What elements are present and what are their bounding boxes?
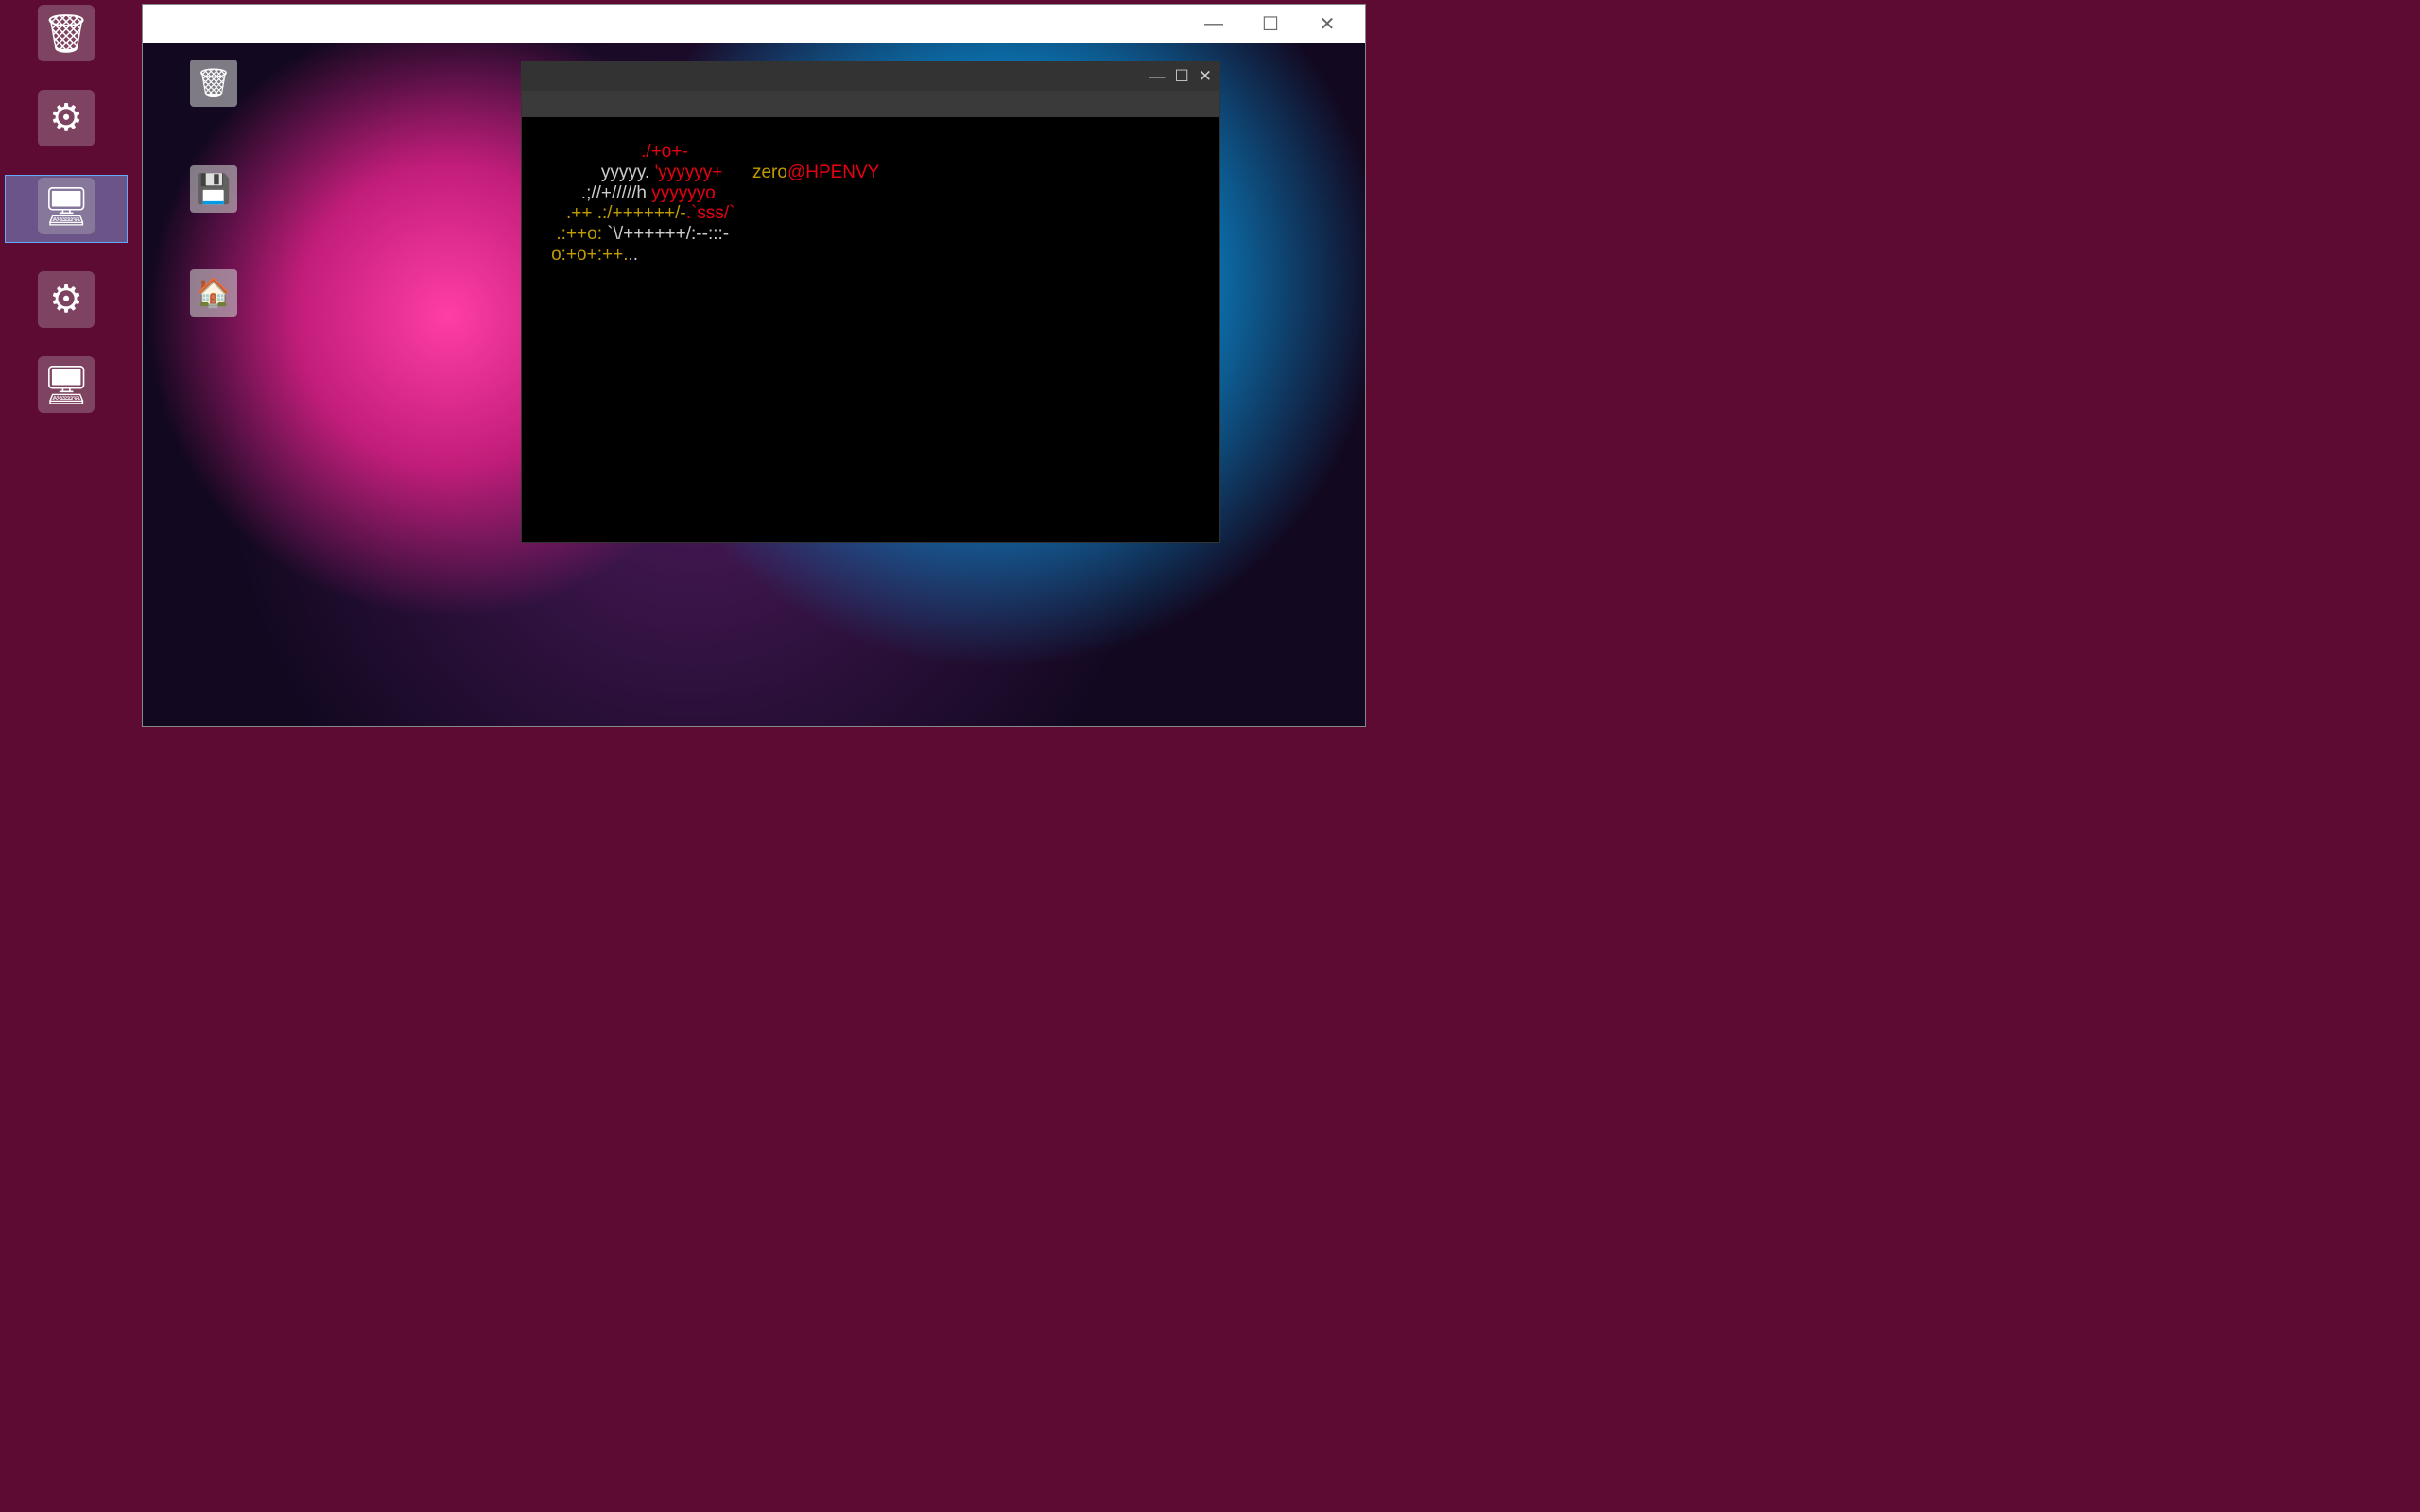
desktop-icon-xwsl1-console[interactable]: ⚙: [5, 271, 128, 328]
rdp-window-1[interactable]: — ☐ ✕ 🗑 💾 🏠 — ☐ ✕ ./+o+- yyyyy.: [142, 4, 1366, 727]
xfce-icon-home[interactable]: 🏠: [162, 269, 266, 320]
xfce-icon-trash[interactable]: 🗑: [162, 60, 266, 111]
desktop-icon-recycle-bin[interactable]: 🗑: [5, 5, 128, 61]
desktop-icon-xwsl2-console[interactable]: ⚙: [5, 90, 128, 146]
minimize-icon[interactable]: —: [1185, 13, 1242, 35]
desktop-icon-xwsl1-desktop[interactable]: 🖥: [5, 356, 128, 413]
terminal-minimize-icon[interactable]: —: [1150, 67, 1166, 86]
terminal-menu[interactable]: [522, 91, 1219, 117]
terminal-maximize-icon[interactable]: ☐: [1175, 67, 1189, 86]
close-icon[interactable]: ✕: [1299, 12, 1356, 36]
terminal-1[interactable]: — ☐ ✕ ./+o+- yyyyy. 'yyyyyy+ zero@HPENVY…: [521, 61, 1220, 543]
maximize-icon[interactable]: ☐: [1242, 12, 1299, 36]
terminal-close-icon[interactable]: ✕: [1199, 67, 1212, 86]
terminal-output: ./+o+- yyyyy. 'yyyyyy+ zero@HPENVY .;//+…: [522, 117, 1219, 269]
xfce-icon-filesystem[interactable]: 💾: [162, 165, 266, 216]
desktop-icon-xwsl2-desktop[interactable]: 🖥: [5, 175, 128, 243]
